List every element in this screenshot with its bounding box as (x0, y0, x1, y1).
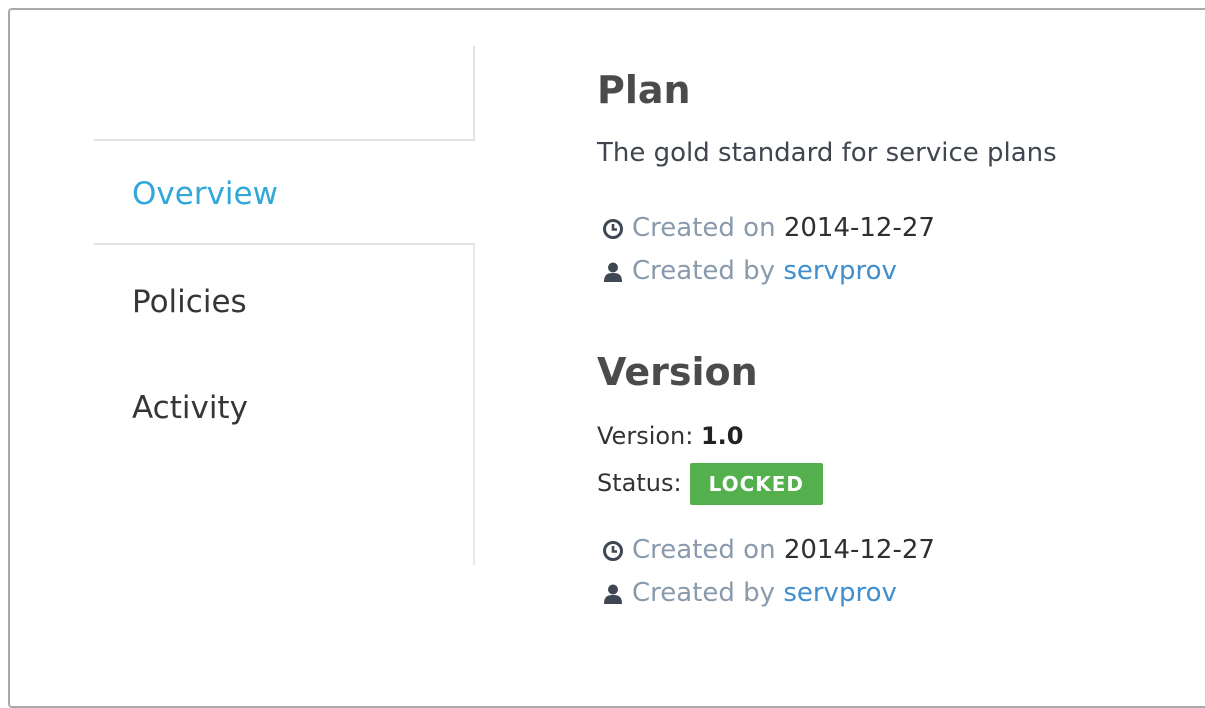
version-heading: Version (597, 350, 758, 394)
plan-created-by: Created by servprov (602, 254, 897, 288)
status-badge: LOCKED (689, 463, 824, 505)
status-row: Status: LOCKED (597, 462, 824, 505)
clock-icon (602, 540, 632, 562)
status-label: Status: (597, 469, 682, 497)
nav-item-policies[interactable]: Policies (94, 280, 475, 324)
version-created-by-link[interactable]: servprov (783, 578, 897, 608)
plan-created-on: Created on 2014-12-27 (602, 211, 935, 245)
plan-created-on-value: 2014-12-27 (783, 213, 935, 243)
version-created-by-label: Created by (632, 578, 776, 608)
clock-icon (602, 218, 632, 240)
version-created-on: Created on 2014-12-27 (602, 533, 935, 567)
plan-heading: Plan (597, 68, 691, 112)
plan-description: The gold standard for service plans (597, 138, 1057, 168)
version-created-on-label: Created on (632, 535, 776, 565)
version-row: Version: 1.0 (597, 422, 744, 450)
plan-created-on-label: Created on (632, 213, 776, 243)
nav-divider-top (473, 46, 475, 140)
version-label: Version: (597, 422, 694, 450)
version-created-by: Created by servprov (602, 576, 897, 610)
version-created-on-value: 2014-12-27 (783, 535, 935, 565)
plan-created-by-label: Created by (632, 256, 776, 286)
nav-item-activity[interactable]: Activity (94, 386, 475, 430)
user-icon (602, 261, 632, 283)
nav-item-overview[interactable]: Overview (94, 139, 475, 245)
version-value: 1.0 (700, 422, 744, 450)
plan-created-by-link[interactable]: servprov (783, 256, 897, 286)
user-icon (602, 583, 632, 605)
